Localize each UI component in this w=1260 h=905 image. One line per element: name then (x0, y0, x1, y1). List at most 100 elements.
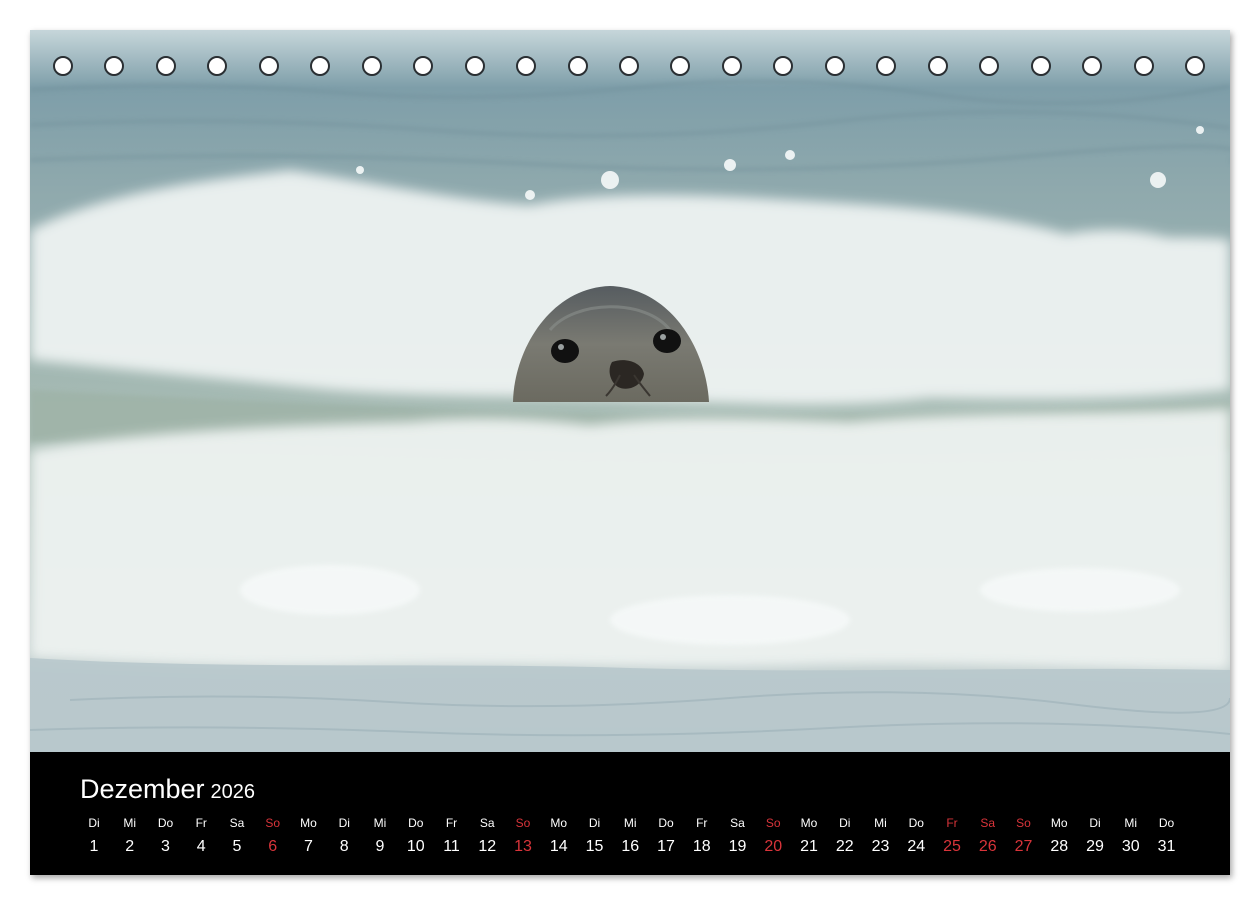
day-number: 6 (268, 838, 278, 855)
day-number: 30 (1121, 838, 1140, 855)
day-number: 14 (549, 838, 568, 855)
binding-hole (979, 56, 1000, 76)
day-cell: Di 15 (577, 814, 613, 856)
binding-hole (1030, 56, 1051, 76)
binding-hole (104, 56, 125, 76)
day-number: 15 (585, 838, 604, 855)
month-name: Dezember (80, 774, 205, 804)
day-number: 12 (478, 838, 497, 855)
binding-hole (310, 56, 331, 76)
day-cell: So 27 (1006, 814, 1042, 856)
day-number: 25 (943, 838, 961, 855)
day-cell: Fr 25 (934, 814, 970, 856)
month-title: Dezember 2026 (80, 774, 255, 805)
weekday-label: Mi (1124, 816, 1138, 830)
binding-hole (1082, 56, 1103, 76)
weekday-label: Sa (229, 816, 245, 830)
day-cell: Do 17 (648, 814, 684, 856)
weekday-label: Fr (946, 816, 958, 830)
day-number: 23 (871, 838, 890, 855)
weekday-label: Di (839, 816, 851, 830)
weekday-label: Di (88, 816, 100, 830)
day-number: 21 (800, 838, 818, 855)
day-cell: Sa 12 (469, 814, 505, 856)
binding-hole (670, 56, 691, 76)
day-number: 27 (1014, 838, 1033, 855)
day-number: 3 (161, 838, 170, 855)
weekday-label: Do (408, 816, 424, 830)
day-number: 19 (728, 838, 747, 855)
day-number: 24 (907, 838, 926, 855)
weekday-label: Sa (980, 816, 996, 830)
day-number: 20 (764, 838, 783, 855)
day-cell: Mi 30 (1113, 814, 1149, 856)
day-cell: Fr 4 (183, 814, 219, 856)
day-cell: Mo 14 (541, 814, 577, 856)
day-row: Di 1 Mi 2 Do 3 Fr 4 Sa 5 So 6 Mo 7 Di 8 Mi 9 Do 10 Fr 11 Sa 12 S… (76, 814, 1219, 864)
binding-hole (773, 56, 794, 76)
day-cell: Do 10 (398, 814, 434, 856)
day-number: 22 (835, 838, 854, 855)
weekday-label: Di (338, 816, 350, 830)
weekday-label: So (265, 816, 281, 830)
weekday-label: Do (1158, 816, 1175, 830)
binding-hole (155, 56, 176, 76)
binding-hole (207, 56, 228, 76)
day-number: 1 (89, 838, 99, 855)
day-cell: Sa 5 (219, 814, 255, 856)
day-number: 31 (1157, 838, 1176, 855)
day-number: 16 (621, 838, 640, 855)
binding-holes (30, 30, 1230, 100)
day-number: 11 (443, 838, 460, 855)
day-cell: Mi 23 (863, 814, 899, 856)
day-cell: Di 1 (76, 814, 112, 856)
day-number: 8 (339, 838, 349, 855)
day-cell: Do 3 (148, 814, 184, 856)
day-number: 17 (657, 838, 675, 855)
weekday-label: Mi (123, 816, 137, 830)
day-number: 26 (978, 838, 997, 855)
binding-hole (516, 56, 537, 76)
binding-hole (361, 56, 382, 76)
day-number: 7 (304, 838, 313, 855)
weekday-label: Fr (696, 816, 708, 830)
weekday-label: Mi (874, 816, 887, 830)
binding-hole (258, 56, 279, 76)
weekday-label: Di (1089, 816, 1101, 830)
weekday-label: Mi (623, 816, 637, 830)
binding-hole (824, 56, 845, 76)
weekday-label: Mo (1050, 816, 1068, 830)
weekday-label: So (1016, 816, 1031, 830)
day-cell: Mo 21 (791, 814, 827, 856)
weekday-label: Do (157, 816, 174, 830)
binding-hole (567, 56, 588, 76)
day-number: 4 (196, 838, 206, 855)
day-cell: Fr 18 (684, 814, 720, 856)
day-number: 9 (375, 838, 385, 855)
day-cell: Do 24 (898, 814, 934, 856)
day-cell: Di 29 (1077, 814, 1113, 856)
calendar-page: Dezember 2026 Di 1 Mi 2 Do 3 Fr 4 Sa 5 So 6 Mo 7 Di 8 Mi 9… (30, 30, 1230, 875)
weekday-label: Do (908, 816, 924, 830)
day-cell: So 20 (755, 814, 791, 856)
weekday-label: Fr (445, 816, 458, 830)
weekday-label: Sa (730, 816, 745, 830)
binding-hole (53, 56, 73, 76)
day-cell: Mi 2 (112, 814, 148, 856)
day-number: 10 (406, 838, 425, 855)
day-cell: Sa 19 (720, 814, 756, 856)
day-number: 2 (125, 838, 135, 855)
day-cell: So 13 (505, 814, 541, 856)
day-cell: Mi 9 (362, 814, 398, 856)
binding-hole (413, 56, 434, 76)
weekday-label: Mo (550, 816, 568, 830)
day-cell: Di 8 (326, 814, 362, 856)
weekday-label: Mo (800, 816, 818, 830)
day-number: 29 (1086, 838, 1104, 855)
day-cell: So 6 (255, 814, 291, 856)
binding-hole (464, 56, 485, 76)
binding-hole (876, 56, 897, 76)
day-number: 28 (1050, 838, 1069, 855)
day-number: 13 (514, 838, 532, 855)
weekday-label: So (765, 816, 781, 830)
